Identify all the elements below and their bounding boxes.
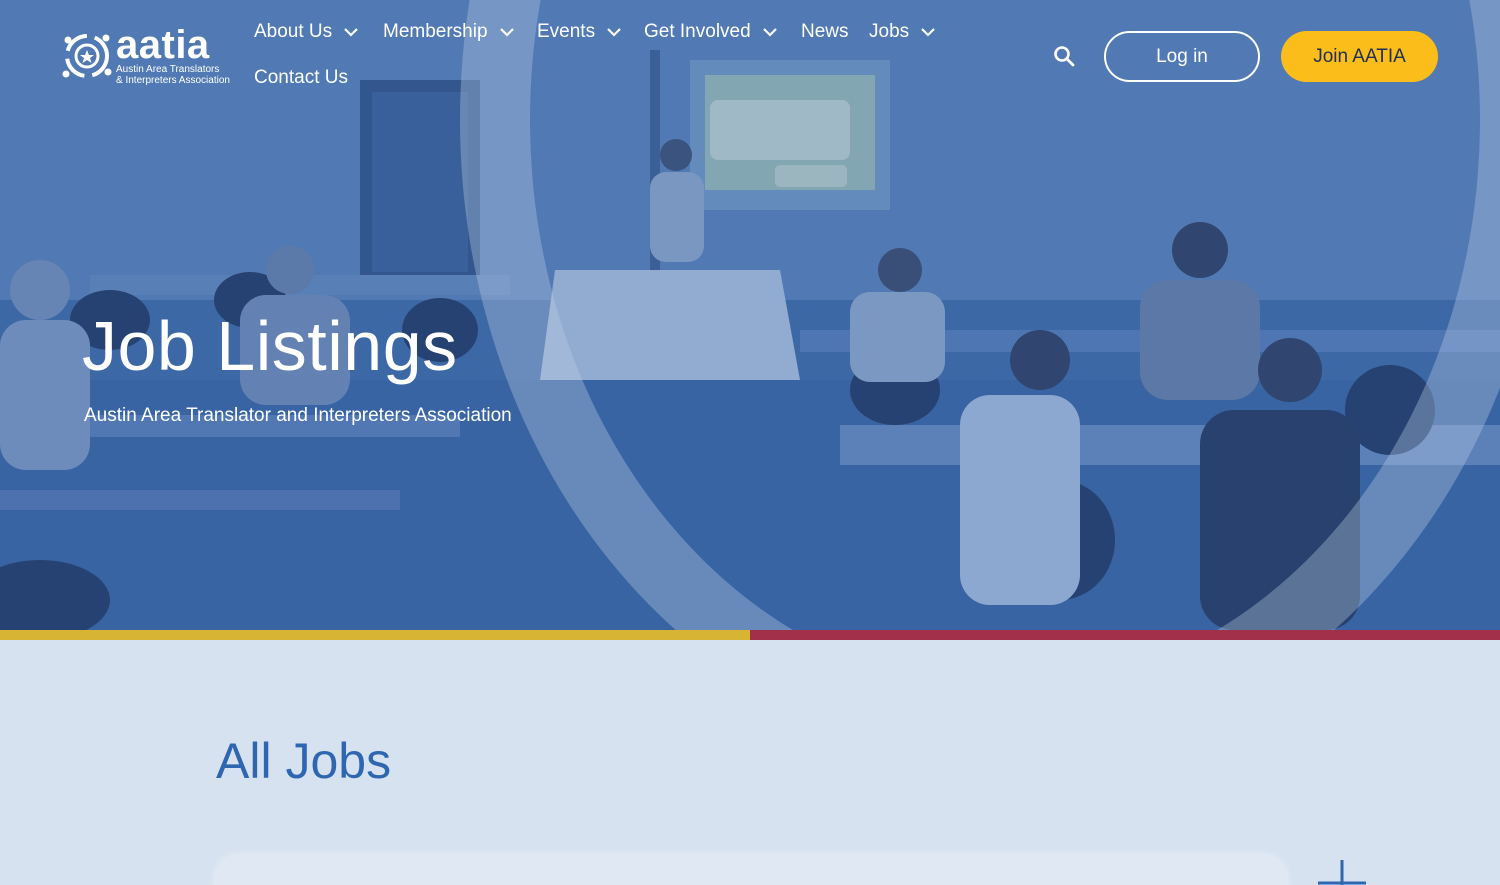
join-button[interactable]: Join AATIA <box>1281 31 1438 82</box>
chevron-down-icon <box>344 27 358 37</box>
nav-label: Contact Us <box>254 67 348 88</box>
chevron-down-icon <box>762 27 777 37</box>
job-listing-card[interactable] <box>216 856 1286 885</box>
site-logo[interactable]: aatia Austin Area Translators & Interpre… <box>60 23 238 88</box>
login-button[interactable]: Log in <box>1104 31 1260 82</box>
search-icon[interactable] <box>1052 44 1076 68</box>
plus-icon[interactable] <box>1316 858 1368 885</box>
divider-stripe-red <box>750 630 1500 640</box>
section-title: All Jobs <box>216 733 392 789</box>
logo-subtitle-line1: Austin Area Translators <box>116 64 220 75</box>
nav-item-contact-us[interactable]: Contact Us <box>254 67 348 89</box>
nav-label: News <box>801 21 849 42</box>
logo-mark-icon <box>62 34 112 78</box>
nav-item-membership[interactable]: Membership <box>383 21 514 43</box>
chevron-down-icon <box>921 27 935 37</box>
nav-label: Membership <box>383 21 488 42</box>
divider-stripe-gold <box>0 630 750 640</box>
nav-item-events[interactable]: Events <box>537 21 621 43</box>
nav-item-jobs[interactable]: Jobs <box>869 21 935 43</box>
nav-item-about-us[interactable]: About Us <box>254 21 358 43</box>
logo-subtitle-line2: & Interpreters Association <box>116 75 230 86</box>
nav-label: About Us <box>254 21 333 42</box>
chevron-down-icon <box>499 27 514 37</box>
page-title: Job Listings <box>82 307 458 385</box>
nav-label: Jobs <box>869 21 910 42</box>
nav-label: Get Involved <box>644 21 751 42</box>
logo-wordmark: aatia <box>116 23 210 67</box>
hero-banner: aatia Austin Area Translators & Interpre… <box>0 0 1500 630</box>
nav-item-news[interactable]: News <box>801 21 849 43</box>
chevron-down-icon <box>607 27 621 37</box>
nav-item-get-involved[interactable]: Get Involved <box>644 21 777 43</box>
page-subtitle: Austin Area Translator and Interpreters … <box>84 405 512 426</box>
nav-label: Events <box>537 21 596 42</box>
